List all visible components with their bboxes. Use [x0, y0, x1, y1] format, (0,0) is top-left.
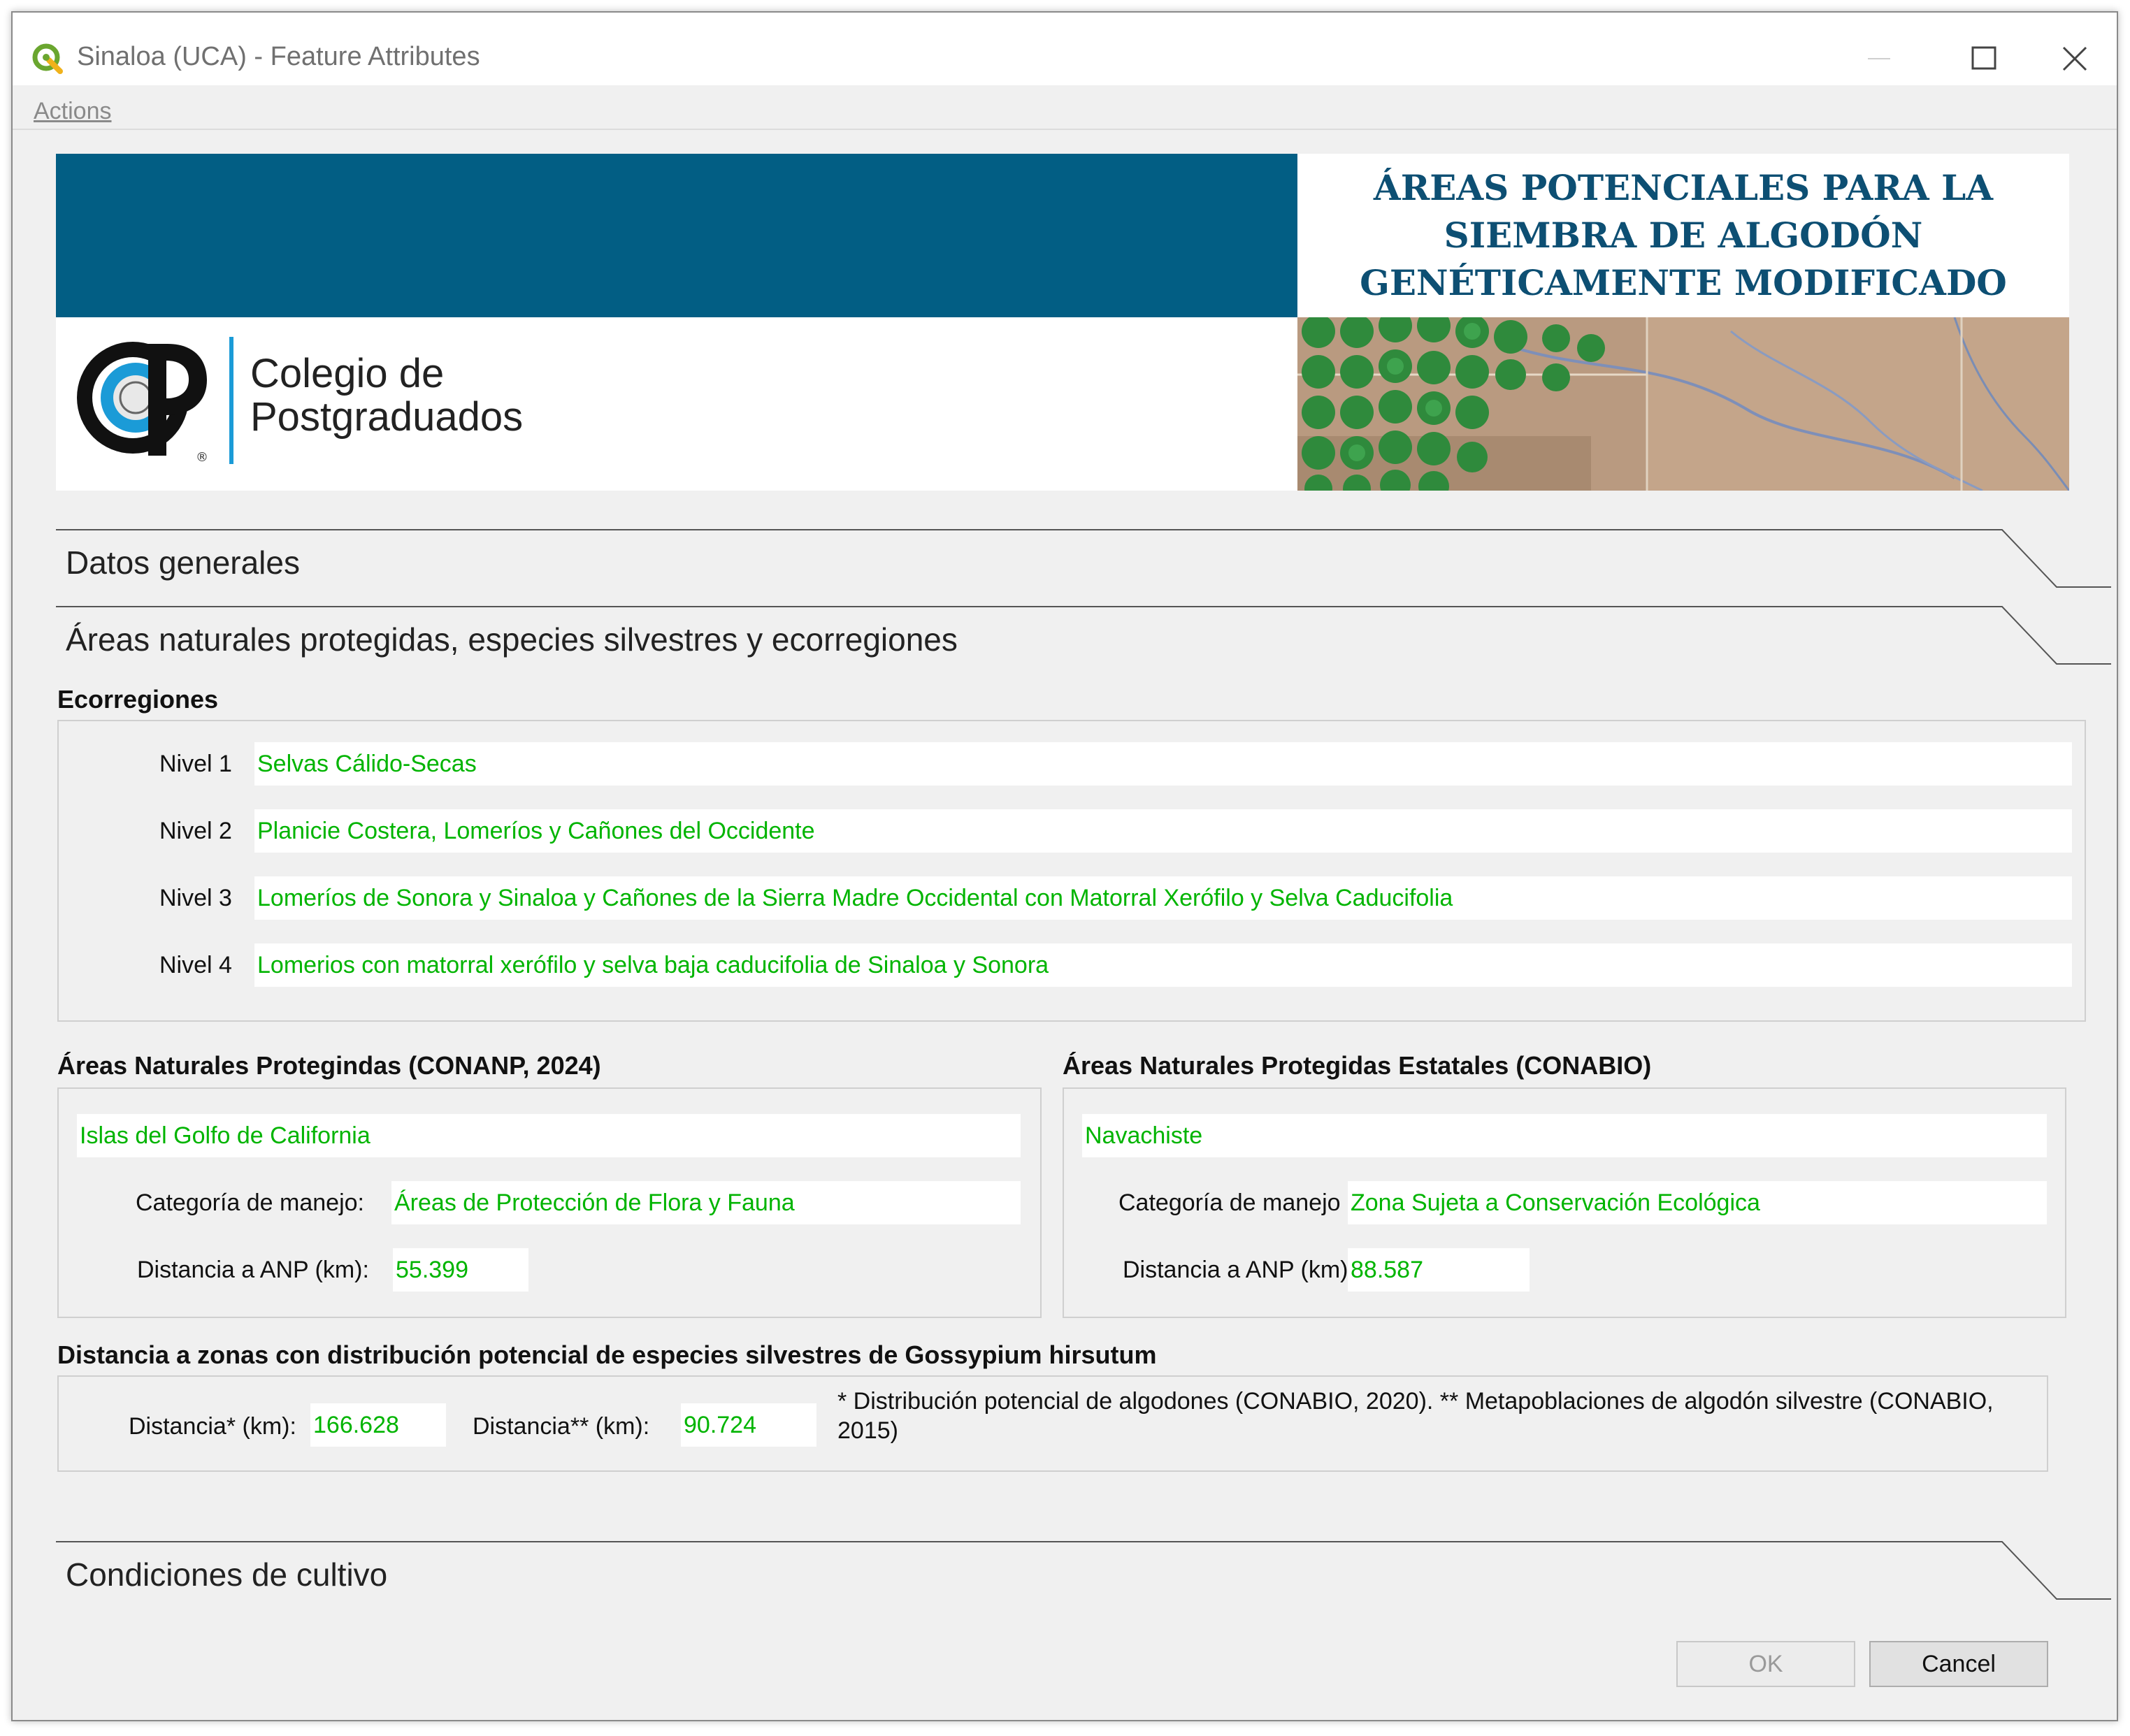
nivel-1-label: Nivel 1: [159, 751, 232, 777]
svg-text:®: ®: [196, 450, 208, 464]
anp-federal-distancia-value[interactable]: 55.399: [393, 1248, 528, 1292]
anp-estatal-distancia-label: Distancia a ANP (km): [1123, 1257, 1348, 1283]
section-title-cultivo: Condiciones de cultivo: [66, 1556, 388, 1593]
anp-federal-categoria-value[interactable]: Áreas de Protección de Flora y Fauna: [391, 1181, 1021, 1224]
nivel-1-value[interactable]: Selvas Cálido-Secas: [254, 742, 2072, 786]
minimize-icon[interactable]: [1837, 34, 1921, 82]
anp-federal-name[interactable]: Islas del Golfo de California: [77, 1114, 1021, 1157]
section-condiciones-cultivo[interactable]: Condiciones de cultivo: [56, 1540, 2111, 1617]
distancia-1-value[interactable]: 166.628: [310, 1403, 446, 1447]
gossypium-group: Distancia* (km): 166.628 Distancia** (km…: [57, 1375, 2048, 1472]
ecorregiones-group: Nivel 1 Selvas Cálido-Secas Nivel 2 Plan…: [57, 720, 2086, 1022]
maximize-icon[interactable]: [1942, 34, 2026, 82]
menu-bar: Actions: [13, 85, 2117, 130]
banner-blue-band: [56, 154, 1297, 317]
banner-title-box: ÁREAS POTENCIALES PARA LA SIEMBRA DE ALG…: [1297, 154, 2069, 317]
distancia-2-label: Distancia** (km):: [473, 1413, 650, 1440]
section-areas-naturales[interactable]: Áreas naturales protegidas, especies sil…: [56, 605, 2111, 682]
distancia-2-value[interactable]: 90.724: [681, 1403, 816, 1447]
colegio-postgraduados-logo-icon: ®: [77, 337, 210, 464]
nivel-2-value[interactable]: Planicie Costera, Lomeríos y Cañones del…: [254, 809, 2072, 853]
title-bar: Sinaloa (UCA) - Feature Attributes: [13, 13, 2117, 85]
section-datos-generales[interactable]: Datos generales: [56, 528, 2111, 605]
distancia-1-label: Distancia* (km):: [129, 1413, 296, 1440]
anp-estatal-categoria-value[interactable]: Zona Sujeta a Conservación Ecológica: [1348, 1181, 2047, 1224]
anp-federal-label: Áreas Naturales Protegindas (CONANP, 202…: [57, 1051, 601, 1080]
gossypium-label: Distancia a zonas con distribución poten…: [57, 1340, 1157, 1369]
cancel-button[interactable]: Cancel: [1869, 1641, 2048, 1687]
section-title-general: Datos generales: [66, 544, 300, 581]
anp-federal-group: Islas del Golfo de California Categoría …: [57, 1087, 1042, 1318]
section-title-anp: Áreas naturales protegidas, especies sil…: [66, 621, 958, 658]
banner-title: ÁREAS POTENCIALES PARA LA SIEMBRA DE ALG…: [1360, 167, 2007, 303]
nivel-3-value[interactable]: Lomeríos de Sonora y Sinaloa y Cañones d…: [254, 876, 2072, 920]
institution-name: Colegio de Postgraduados: [250, 351, 524, 440]
distancia-footnote: * Distribución potencial de algodones (C…: [837, 1388, 1994, 1444]
nivel-4-label: Nivel 4: [159, 952, 232, 978]
nivel-3-label: Nivel 3: [159, 885, 232, 911]
institution-logo-area: ® Colegio de Postgraduados: [56, 317, 1297, 491]
anp-estatal-categoria-label: Categoría de manejo: [1118, 1189, 1341, 1216]
anp-estatal-label: Áreas Naturales Protegidas Estatales (CO…: [1063, 1051, 1652, 1080]
window-title: Sinaloa (UCA) - Feature Attributes: [77, 42, 480, 71]
section-frame-line: [56, 529, 2111, 588]
anp-estatal-name[interactable]: Navachiste: [1082, 1114, 2047, 1157]
ok-button[interactable]: OK: [1676, 1641, 1855, 1687]
ecorregiones-label: Ecorregiones: [57, 685, 219, 714]
menu-actions[interactable]: Actions: [34, 98, 112, 125]
anp-federal-categoria-label: Categoría de manejo:: [136, 1189, 364, 1216]
anp-estatal-distancia-value[interactable]: 88.587: [1348, 1248, 1530, 1292]
close-icon[interactable]: [2033, 34, 2117, 82]
header-banner: ® Colegio de Postgraduados ÁREAS POTENCI…: [56, 154, 2069, 491]
feature-attributes-window: Sinaloa (UCA) - Feature Attributes Actio…: [11, 11, 2118, 1721]
anp-federal-distancia-label: Distancia a ANP (km):: [137, 1257, 369, 1283]
nivel-4-value[interactable]: Lomerios con matorral xerófilo y selva b…: [254, 943, 2072, 987]
qgis-logo-icon: [32, 43, 63, 74]
nivel-2-label: Nivel 2: [159, 818, 232, 844]
anp-estatal-group: Navachiste Categoría de manejo Zona Suje…: [1063, 1087, 2066, 1318]
satellite-fields-image: [1297, 317, 2069, 491]
logo-divider: [229, 337, 233, 464]
